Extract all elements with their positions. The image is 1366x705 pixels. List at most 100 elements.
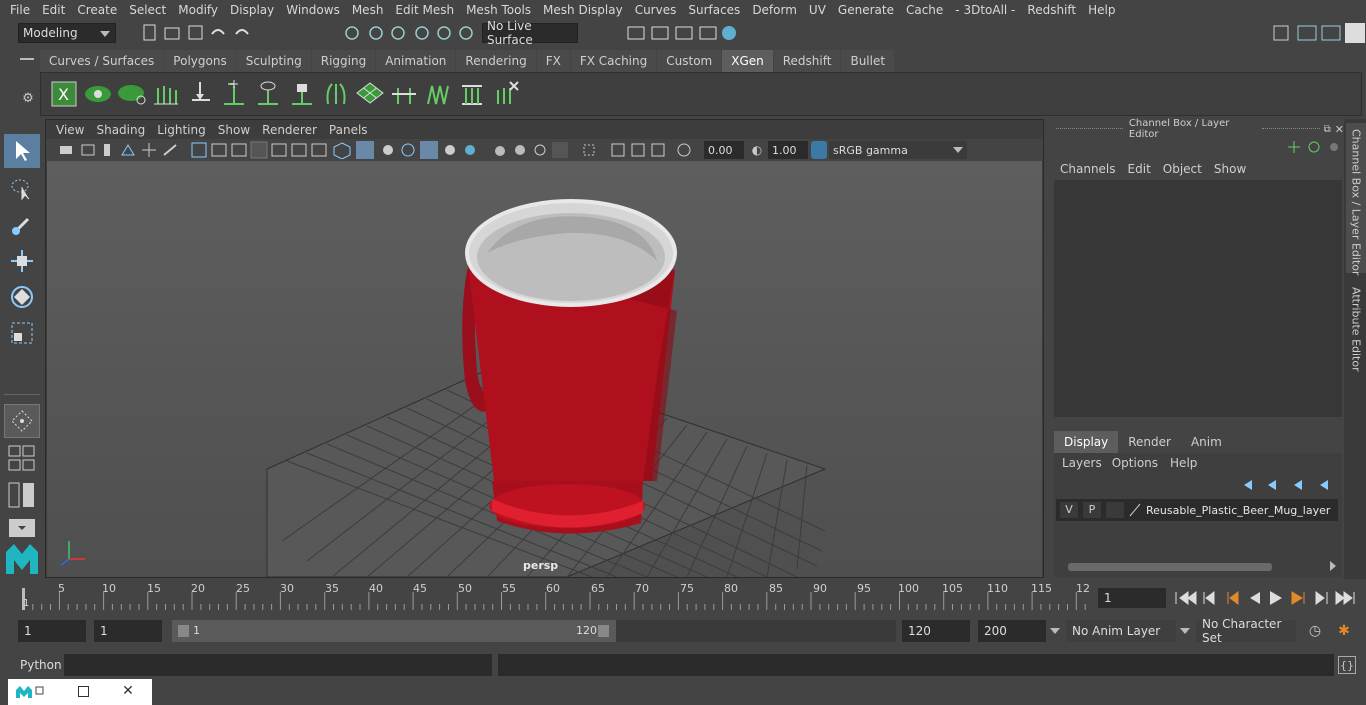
xgen-length-icon[interactable] <box>457 78 487 110</box>
gear-icon[interactable]: ⚙ <box>20 90 36 106</box>
menu-file[interactable]: File <box>4 3 36 17</box>
drag-handle-right[interactable] <box>1262 127 1320 131</box>
menu-windows[interactable]: Windows <box>280 3 346 17</box>
tab-custom[interactable]: Custom <box>657 50 722 72</box>
gamma-field[interactable]: 1.00 <box>768 141 808 159</box>
tab-curves-surfaces[interactable]: Curves / Surfaces <box>40 50 164 72</box>
channel-list[interactable] <box>1054 180 1342 417</box>
xgen-comb-icon[interactable] <box>321 78 351 110</box>
layer-row[interactable]: V P Reusable_Plastic_Beer_Mug_layer <box>1056 499 1338 521</box>
range-start-field[interactable]: 1 <box>18 620 86 642</box>
layout-outliner-icon[interactable] <box>8 518 36 538</box>
xgen-frizz-icon[interactable] <box>423 78 453 110</box>
anim-prefs-icon[interactable]: ◷ <box>1306 622 1324 640</box>
range-slider-start-handle[interactable] <box>178 625 189 637</box>
menu-options[interactable]: Options <box>1106 456 1164 470</box>
tab-display[interactable]: Display <box>1054 431 1119 453</box>
tab-render[interactable]: Render <box>1118 431 1181 453</box>
mode-selector[interactable]: Modeling <box>18 23 116 43</box>
menu-uv[interactable]: UV <box>803 3 832 17</box>
close-icon[interactable]: ✕ <box>1335 123 1344 136</box>
tab-bullet[interactable]: Bullet <box>841 50 895 72</box>
command-input[interactable] <box>64 654 492 676</box>
time-slider[interactable]: 1 5 10 15 20 25 30 35 40 45 50 55 60 65 … <box>0 580 1366 616</box>
menu-mesh[interactable]: Mesh <box>346 3 390 17</box>
layout-quad-icon[interactable] <box>8 445 36 473</box>
menu-layers[interactable]: Layers <box>1058 456 1106 470</box>
viewport-menu-panels[interactable]: Panels <box>323 123 374 137</box>
tab-sculpting[interactable]: Sculpting <box>236 50 311 72</box>
menu-create[interactable]: Create <box>71 3 123 17</box>
xgen-leaf-icon[interactable] <box>117 78 147 110</box>
xgen-sculpt-icon[interactable] <box>253 78 283 110</box>
menu-edit-mesh[interactable]: Edit Mesh <box>389 3 460 17</box>
tab-xgen[interactable]: XGen <box>722 50 773 72</box>
xgen-create-icon[interactable]: X <box>49 78 79 110</box>
tab-redshift[interactable]: Redshift <box>773 50 841 72</box>
character-icon[interactable]: ✱ <box>1334 622 1354 640</box>
rotate-tool-icon[interactable] <box>4 280 40 314</box>
tab-animation[interactable]: Animation <box>376 50 456 72</box>
menu-edit[interactable]: Edit <box>36 3 71 17</box>
menu-cache[interactable]: Cache <box>900 3 949 17</box>
menu-modify[interactable]: Modify <box>172 3 224 17</box>
viewport-canvas[interactable]: persp <box>47 161 1042 577</box>
tab-polygons[interactable]: Polygons <box>164 50 236 72</box>
tab-anim[interactable]: Anim <box>1181 431 1232 453</box>
menu-display[interactable]: Display <box>224 3 280 17</box>
layer-type-toggle[interactable] <box>1106 502 1124 518</box>
viewport-toolbar-icons[interactable] <box>56 141 696 159</box>
script-editor-icon[interactable]: {} <box>1338 656 1356 674</box>
viewport-menu-shading[interactable]: Shading <box>90 123 151 137</box>
menu-redshift[interactable]: Redshift <box>1021 3 1082 17</box>
menu-deform[interactable]: Deform <box>746 3 803 17</box>
menu-3dtoall[interactable]: - 3DtoAll - <box>949 3 1021 17</box>
scene-view[interactable] <box>47 161 1042 577</box>
xgen-cut-icon[interactable] <box>389 78 419 110</box>
menu-help[interactable]: Help <box>1082 3 1121 17</box>
viewport-menu-show[interactable]: Show <box>212 123 256 137</box>
maximize-icon[interactable] <box>78 686 89 697</box>
xgen-preview-icon[interactable] <box>83 78 113 110</box>
character-set-dropdown[interactable]: No Character Set <box>1196 617 1296 645</box>
layer-playback-toggle[interactable]: P <box>1083 502 1101 518</box>
anim-end-field[interactable]: 200 <box>978 620 1046 642</box>
viewport-menu-renderer[interactable]: Renderer <box>256 123 323 137</box>
menu-mesh-display[interactable]: Mesh Display <box>537 3 629 17</box>
render-tools-icons[interactable] <box>625 23 745 43</box>
playback-controls[interactable] <box>1172 588 1362 608</box>
drag-handle[interactable] <box>1056 127 1123 131</box>
menu-curves[interactable]: Curves <box>629 3 683 17</box>
scale-tool-icon[interactable] <box>4 316 40 350</box>
xgen-add-guide-icon[interactable] <box>219 78 249 110</box>
paint-select-icon[interactable] <box>4 208 40 242</box>
color-space-dropdown[interactable]: sRGB gamma <box>829 141 967 159</box>
range-end-field[interactable]: 120 <box>902 620 970 642</box>
shelf-menu-icon[interactable] <box>20 58 34 60</box>
range-current-field[interactable]: 1 <box>94 620 162 642</box>
menu-generate[interactable]: Generate <box>832 3 900 17</box>
select-tool-icon[interactable] <box>4 134 40 168</box>
tab-rigging[interactable]: Rigging <box>311 50 376 72</box>
snap-tools-icons[interactable] <box>340 23 480 43</box>
xgen-grid-icon[interactable] <box>355 78 385 110</box>
layer-scrollbar[interactable] <box>1068 563 1272 571</box>
xgen-lock-icon[interactable] <box>287 78 317 110</box>
float-icon[interactable]: ⧉ <box>1324 124 1331 135</box>
layer-name[interactable]: Reusable_Plastic_Beer_Mug_layer <box>1146 504 1330 517</box>
range-slider[interactable]: 1 120 <box>172 620 616 642</box>
scroll-right-icon[interactable] <box>1330 561 1336 571</box>
maya-window-icon[interactable] <box>14 684 44 700</box>
snap-mode-icon[interactable] <box>4 404 40 438</box>
menu-cb-edit[interactable]: Edit <box>1122 162 1157 176</box>
file-tools-icons[interactable] <box>140 24 270 42</box>
side-tab-channel-box[interactable]: Channel Box / Layer Editor <box>1346 123 1366 276</box>
menu-layer-help[interactable]: Help <box>1164 456 1203 470</box>
xgen-delete-icon[interactable] <box>491 78 521 110</box>
layer-tool-icons[interactable] <box>1242 477 1338 493</box>
chevron-down-icon[interactable] <box>1050 628 1060 634</box>
script-language-label[interactable]: Python <box>20 658 62 672</box>
workspace-icons[interactable] <box>1270 22 1366 44</box>
lasso-tool-icon[interactable] <box>4 172 40 206</box>
chevron-down-icon[interactable] <box>1180 628 1190 634</box>
